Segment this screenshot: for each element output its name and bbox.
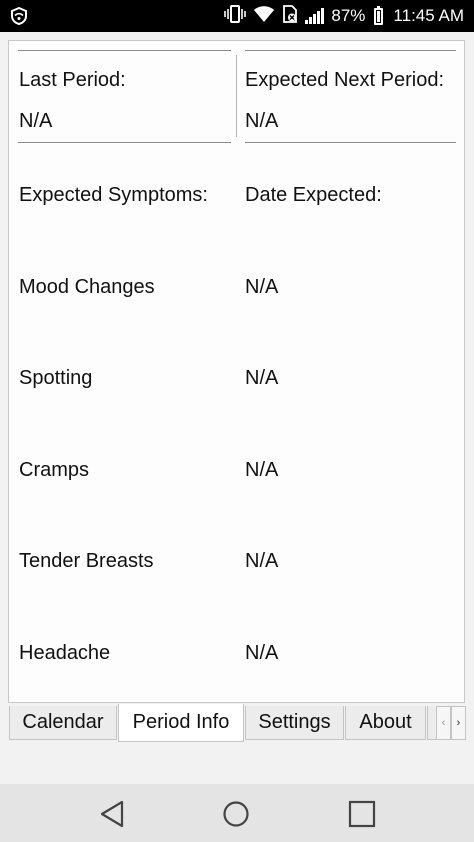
tab-calendar[interactable]: Calendar — [9, 706, 117, 740]
wifi-icon — [253, 5, 275, 28]
divider — [18, 50, 231, 51]
expected-next-period-value: N/A — [245, 110, 279, 132]
divider — [245, 50, 456, 51]
expected-next-period-label: Expected Next Period: — [245, 69, 444, 91]
symptom-date: N/A — [245, 550, 279, 572]
battery-icon — [374, 5, 384, 25]
symptom-date: N/A — [245, 276, 279, 298]
tab-settings[interactable]: Settings — [245, 706, 344, 740]
last-period-value: N/A — [19, 110, 53, 132]
symptom-name: Cramps — [19, 459, 90, 481]
tab-scroll-left-button[interactable]: ‹ — [436, 706, 451, 740]
tab-scroll-right-button[interactable]: › — [451, 706, 466, 740]
recents-icon[interactable] — [348, 800, 376, 833]
divider — [18, 142, 231, 143]
no-sim-icon — [282, 4, 298, 28]
back-icon[interactable] — [99, 800, 125, 833]
last-period-label: Last Period: — [19, 69, 126, 91]
date-expected-header: Date Expected: — [245, 184, 382, 206]
column-divider — [236, 55, 237, 137]
signal-icon — [305, 8, 325, 24]
symptom-date: N/A — [245, 459, 279, 481]
clock-time: 11:45 AM — [393, 6, 464, 25]
expected-symptoms-header: Expected Symptoms: — [19, 184, 208, 206]
divider — [245, 142, 456, 143]
tab-period-info[interactable]: Period Info — [118, 704, 244, 742]
symptom-name: Headache — [19, 642, 111, 664]
period-info-panel: Last Period: N/A Expected Next Period: N… — [8, 40, 465, 703]
symptom-date: N/A — [245, 642, 279, 664]
tab-about[interactable]: About — [345, 706, 426, 740]
symptom-name: Tender Breasts — [19, 550, 154, 572]
vibrate-icon — [224, 4, 247, 28]
status-bar: 87% 11:45 AM — [0, 0, 474, 32]
battery-percent: 87% — [331, 6, 366, 25]
symptom-name: Spotting — [19, 367, 93, 389]
vpn-shield-icon — [10, 6, 28, 30]
symptom-name: Mood Changes — [19, 276, 155, 298]
symptom-date: N/A — [245, 367, 279, 389]
navigation-bar — [0, 784, 474, 842]
tab-bar: Calendar Period Info Settings About ‹ › — [8, 704, 466, 742]
home-icon[interactable] — [222, 800, 250, 833]
